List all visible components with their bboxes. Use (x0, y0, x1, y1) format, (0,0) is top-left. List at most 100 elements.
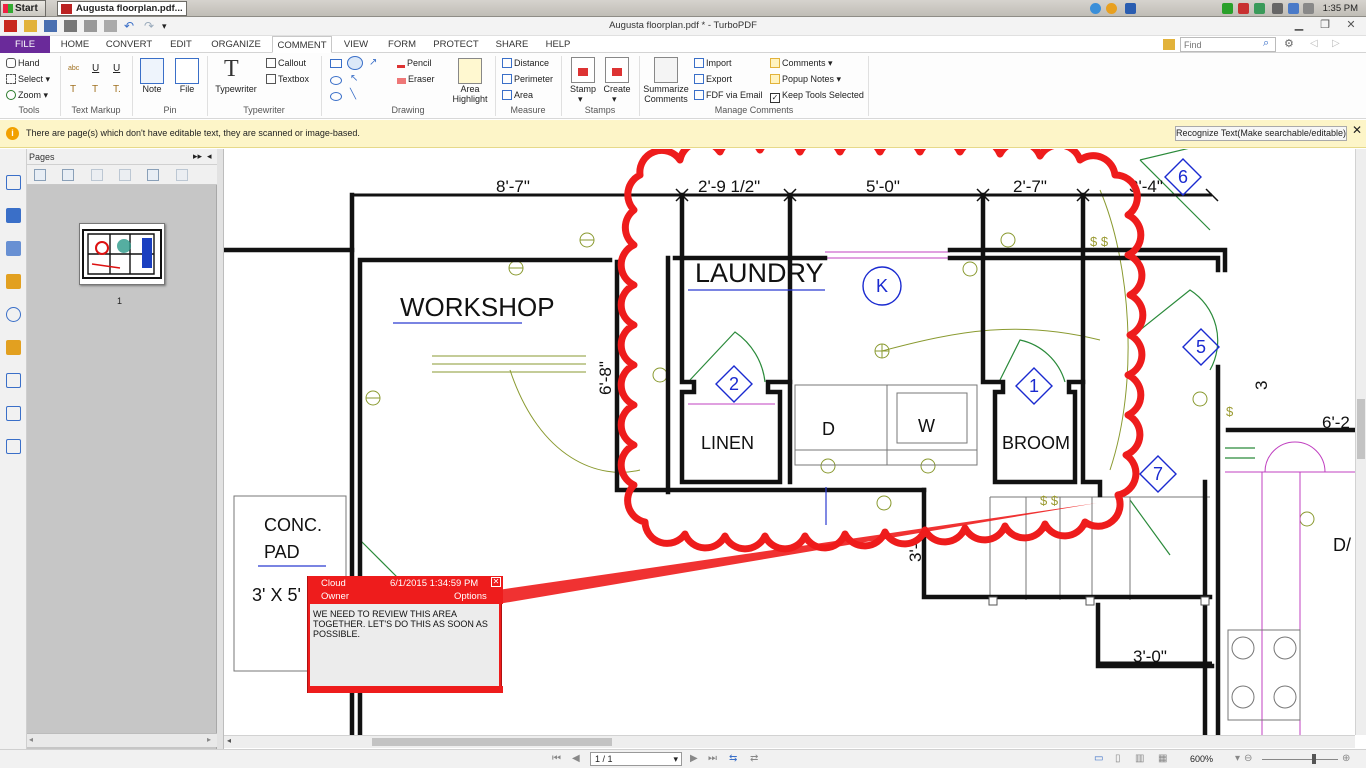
tab-help[interactable]: HELP (540, 36, 576, 53)
replace-text-icon[interactable]: T (92, 84, 98, 95)
distance-tool[interactable]: Distance (502, 58, 549, 69)
callout-tool[interactable]: Callout (266, 58, 306, 69)
recognize-text-button[interactable]: Recognize Text(Make searchable/editable) (1175, 126, 1347, 141)
sync-icon[interactable] (1254, 3, 1265, 14)
signature-icon[interactable] (6, 439, 21, 454)
close-button[interactable]: ✕ (1338, 17, 1364, 34)
ie-icon[interactable] (1090, 3, 1101, 14)
panel-splitter[interactable] (217, 149, 224, 749)
gear-icon[interactable]: ⚙ (1284, 37, 1294, 50)
pencil-tool[interactable]: Pencil (397, 58, 432, 69)
form-fields-icon[interactable] (6, 406, 21, 421)
attachment-icon[interactable] (6, 307, 21, 322)
zoom-tool[interactable]: Zoom ▾ (6, 90, 48, 101)
summarize-label-1[interactable]: Summarize (642, 84, 690, 94)
tab-share[interactable]: SHARE (488, 36, 536, 53)
find-options-icon[interactable] (1163, 39, 1175, 50)
layers-icon[interactable] (6, 241, 21, 256)
area-highlight-label-1[interactable]: Area (448, 84, 492, 94)
tab-form[interactable]: FORM (380, 36, 424, 53)
rectangle-icon[interactable] (330, 59, 342, 68)
expand-panel-icon[interactable]: ▸▸ (193, 151, 202, 162)
browser-icon[interactable] (1106, 3, 1117, 14)
clock[interactable]: 1:35 PM (1323, 0, 1358, 17)
create-dropdown-icon[interactable]: ▾ (612, 94, 617, 104)
collapse-panel-icon[interactable]: ◂ (207, 151, 212, 162)
stamp-dropdown-icon[interactable]: ▾ (578, 94, 583, 104)
lock-icon[interactable] (6, 340, 21, 355)
find-input[interactable] (1180, 37, 1276, 52)
facing-view-icon[interactable]: ▥ (1135, 753, 1144, 764)
oval-icon[interactable] (330, 76, 342, 85)
insert-text-icon[interactable]: T. (113, 84, 121, 95)
continuous-view-icon[interactable]: ▯ (1115, 753, 1121, 764)
file-attachment-icon[interactable] (175, 58, 199, 84)
close-notification-icon[interactable]: ✕ (1352, 123, 1362, 137)
typewriter-icon[interactable]: T (224, 56, 239, 83)
replace-page-icon[interactable] (147, 169, 159, 181)
strikeout-icon[interactable]: T (70, 84, 76, 95)
extract-page-icon[interactable] (119, 169, 131, 181)
next-page-icon[interactable]: ▶ (690, 753, 698, 764)
arrow-icon[interactable]: ↖ (350, 73, 358, 84)
tab-view[interactable]: VIEW (336, 36, 376, 53)
comment-popup-header[interactable]: Cloud 6/1/2015 1:34:59 PM ✕ Owner Option… (308, 576, 503, 604)
summarize-comments-icon[interactable] (654, 57, 678, 83)
scroll-right-icon[interactable]: ▸ (207, 735, 211, 744)
bluetooth-icon[interactable] (1288, 3, 1299, 14)
area-tool[interactable]: Area (502, 90, 533, 101)
page-thumbnail[interactable] (79, 223, 165, 285)
page-number-field[interactable]: 1 / 1 ▾ (590, 752, 682, 766)
comments-panel-icon[interactable] (6, 274, 21, 289)
area-highlight-label-2[interactable]: Highlight (448, 94, 492, 104)
fdf-email-button[interactable]: FDF via Email (694, 90, 763, 101)
next-result-icon[interactable]: ▷ (1332, 38, 1340, 49)
create-label[interactable]: Create (600, 84, 634, 94)
document-properties-icon[interactable] (6, 373, 21, 388)
comments-dropdown[interactable]: Comments ▾ (770, 58, 833, 69)
import-button[interactable]: Import (694, 58, 732, 69)
first-page-icon[interactable]: ⏮ (552, 753, 561, 764)
tab-home[interactable]: HOME (54, 36, 96, 53)
circle-icon[interactable] (330, 92, 342, 101)
horizontal-scroll-thumb[interactable] (372, 738, 612, 746)
line-icon[interactable]: ╲ (350, 89, 356, 100)
shield-icon[interactable] (1238, 3, 1249, 14)
textbox-tool[interactable]: Textbox (266, 74, 309, 85)
export-button[interactable]: Export (694, 74, 732, 85)
previous-result-icon[interactable]: ◁ (1310, 38, 1318, 49)
document-view[interactable]: K 1 2 5 6 7 WORKSHOP LAUNDRY LINEN BROOM… (224, 149, 1355, 735)
previous-view-icon[interactable]: ⇆ (729, 753, 737, 764)
tab-protect[interactable]: PROTECT (428, 36, 484, 53)
next-view-icon[interactable]: ⇄ (750, 753, 758, 764)
scroll-left-icon[interactable]: ◂ (227, 736, 231, 745)
scroll-left-icon[interactable]: ◂ (29, 735, 33, 744)
tab-edit[interactable]: EDIT (162, 36, 200, 53)
zoom-dropdown-icon[interactable]: ▾ (1235, 753, 1240, 764)
close-popup-icon[interactable]: ✕ (491, 577, 501, 587)
zoom-in-icon[interactable]: ⊕ (1342, 753, 1350, 764)
rotate-page-icon[interactable] (176, 169, 188, 181)
page-dropdown-icon[interactable]: ▾ (673, 753, 678, 765)
tab-comment[interactable]: COMMENT (272, 36, 332, 53)
squiggly-icon[interactable]: U (113, 63, 120, 74)
underline-icon[interactable]: U (92, 63, 99, 74)
eraser-tool[interactable]: Eraser (397, 74, 435, 85)
start-button[interactable]: Start (0, 0, 46, 17)
select-tool[interactable]: Select ▾ (6, 74, 50, 85)
reduce-thumbnail-icon[interactable] (62, 169, 74, 181)
popup-notes-dropdown[interactable]: Popup Notes ▾ (770, 74, 841, 85)
tab-convert[interactable]: CONVERT (100, 36, 158, 53)
area-highlight-icon[interactable] (458, 58, 482, 84)
zoom-slider-handle[interactable] (1312, 754, 1316, 764)
comment-popup[interactable]: Cloud 6/1/2015 1:34:59 PM ✕ Owner Option… (307, 576, 503, 693)
note-icon[interactable] (140, 58, 164, 84)
taskbar-app-button[interactable]: Augusta floorplan.pdf... (57, 1, 187, 16)
continuous-facing-view-icon[interactable]: ▦ (1158, 753, 1167, 764)
cloud-icon[interactable] (347, 56, 363, 70)
highlight-text-icon[interactable]: abc (68, 65, 79, 72)
single-page-view-icon[interactable]: ▭ (1094, 753, 1103, 764)
comment-options-button[interactable]: Options (454, 591, 487, 602)
typewriter-label[interactable]: Typewriter (212, 84, 260, 94)
tab-file[interactable]: FILE (0, 36, 50, 53)
